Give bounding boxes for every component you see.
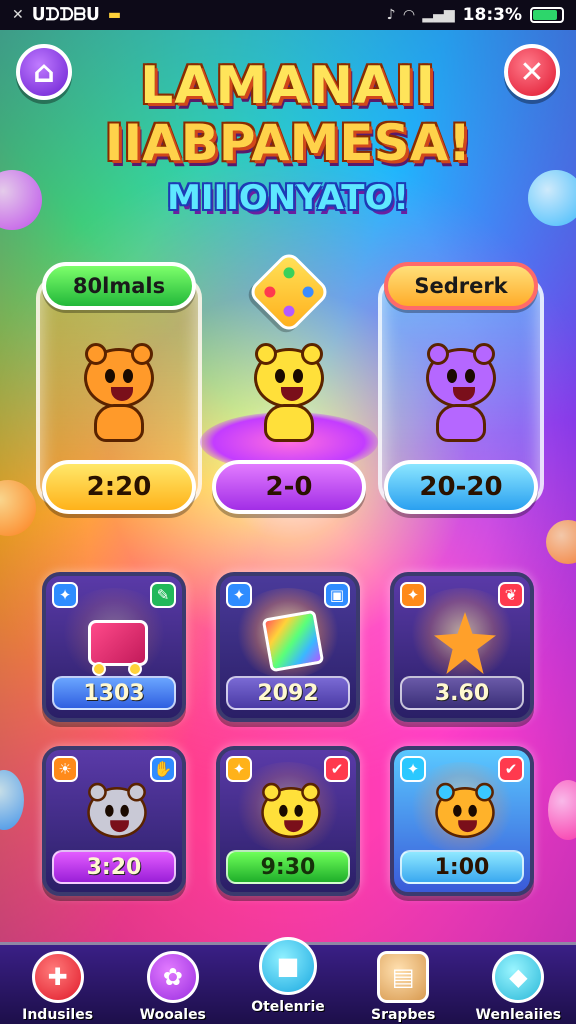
purple-bear-mascot-icon: [418, 343, 504, 442]
shop-item-yellow-bear[interactable]: ✦ ✔ 9:30: [216, 746, 360, 896]
nav-label: Otelenrie: [251, 999, 325, 1015]
gems-icon: ◆: [492, 951, 545, 1003]
notification-icon: ✕: [12, 7, 24, 23]
sparkle-icon: ✦: [52, 582, 78, 608]
mute-icon: ♪: [386, 7, 396, 23]
sparkle-icon: ✦: [400, 756, 426, 782]
item-price-label: 9:30: [226, 850, 350, 884]
feature-card-center[interactable]: 2-0: [200, 249, 378, 520]
pencil-icon: ✎: [150, 582, 176, 608]
battery-icon: [530, 7, 564, 23]
gem-decoration: [546, 520, 576, 564]
shop-item-star-creature[interactable]: ✦ ❦ 3.60: [390, 572, 534, 722]
bottom-navigation: ✚ Indusiles ✿ Wooales ■ Otelenrie ▤ Srap…: [0, 937, 576, 1024]
title-subtitle: MIIIONYATO!: [167, 178, 409, 218]
sparkle-icon: ✦: [400, 582, 426, 608]
feature-card-animals[interactable]: 80lmals 2:20: [36, 262, 202, 520]
game-title: LAMANAII IIABPAMESA! MIIIONYATO!: [80, 60, 496, 218]
flower-icon: ✿: [146, 951, 199, 1003]
shop-item-fox[interactable]: ✦ ✔ 1:00: [390, 746, 534, 896]
nav-item-otelenrie[interactable]: ■ Otelenrie: [233, 937, 343, 1015]
item-price-label: 3.60: [400, 676, 524, 710]
feature-tag[interactable]: Sedrerk: [384, 262, 538, 310]
item-price-label: 1303: [52, 676, 176, 710]
wifi-icon: ◠: [403, 7, 415, 23]
sparkle-icon: ✦: [226, 756, 252, 782]
nav-item-woales[interactable]: ✿ Wooales: [118, 951, 228, 1023]
carrier-name: ᑌᗪᗪᗷᑌ: [31, 5, 100, 25]
orange-bear-mascot-icon: [76, 343, 162, 442]
fox-creature-icon: [430, 780, 502, 852]
close-icon: ✕: [519, 54, 545, 90]
item-price-label: 3:20: [52, 850, 176, 884]
title-line-2: IIABPAMESA!: [104, 114, 472, 172]
rainbow-box-icon: [256, 606, 328, 678]
nav-label: Wooales: [139, 1007, 206, 1023]
shop-item-rainbow-box[interactable]: ✦ ▣ 2092: [216, 572, 360, 722]
gem-decoration: [0, 770, 24, 830]
shop-item-truck[interactable]: ✦ ✎ 1303: [42, 572, 186, 722]
close-button[interactable]: ✕: [504, 44, 560, 100]
gem-decoration: [548, 780, 576, 840]
gem-decoration: [0, 480, 36, 536]
star-creature-icon: [430, 606, 502, 678]
square-icon: ■: [258, 937, 317, 995]
shop-item-grey-mouse[interactable]: ☀ ✋ 3:20: [42, 746, 186, 896]
feature-price-button[interactable]: 20-20: [384, 460, 538, 514]
yellow-bear-icon: [256, 780, 328, 852]
bag-icon: ▣: [324, 582, 350, 608]
yellow-bear-mascot-icon: [246, 343, 332, 442]
nav-label: Srapbes: [371, 1007, 436, 1023]
signal-icon: ▂▄▆: [422, 7, 455, 23]
status-bar: ✕ ᑌᗪᗪᗷᑌ ▬ ♪ ◠ ▂▄▆ 18:3%: [0, 0, 576, 30]
feature-price-button[interactable]: 2-0: [212, 460, 366, 514]
sparkle-icon: ✦: [226, 582, 252, 608]
app-notification-icon: ▬: [107, 7, 122, 23]
toy-truck-icon: [82, 606, 154, 678]
gem-decoration: [0, 170, 42, 230]
grey-mouse-icon: [82, 780, 154, 852]
home-button[interactable]: ⌂: [16, 44, 72, 100]
check-icon: ✔: [324, 756, 350, 782]
sun-icon: ☀: [52, 756, 78, 782]
nav-item-wenleaiies[interactable]: ◆ Wenleaiies: [463, 951, 573, 1023]
gem-decoration: [528, 170, 576, 226]
check-icon: ✔: [498, 756, 524, 782]
home-icon: ⌂: [33, 54, 55, 90]
feature-tag[interactable]: 80lmals: [42, 262, 196, 310]
feature-card-search[interactable]: Sedrerk 20-20: [378, 262, 544, 520]
title-line-1: LAMANAII: [140, 56, 436, 116]
nav-label: Wenleaiies: [475, 1007, 562, 1023]
hand-icon: ✋: [150, 756, 176, 782]
cards-icon: ▤: [377, 951, 430, 1003]
puzzle-icon: ✚: [31, 951, 84, 1003]
nav-label: Indusiles: [22, 1007, 94, 1023]
item-price-label: 1:00: [400, 850, 524, 884]
nav-item-srapbes[interactable]: ▤ Srapbes: [348, 951, 458, 1023]
ribbon-icon: ❦: [498, 582, 524, 608]
clock: 18:3%: [462, 5, 522, 25]
item-price-label: 2092: [226, 676, 350, 710]
feature-price-button[interactable]: 2:20: [42, 460, 196, 514]
nav-item-industries[interactable]: ✚ Indusiles: [3, 951, 113, 1023]
